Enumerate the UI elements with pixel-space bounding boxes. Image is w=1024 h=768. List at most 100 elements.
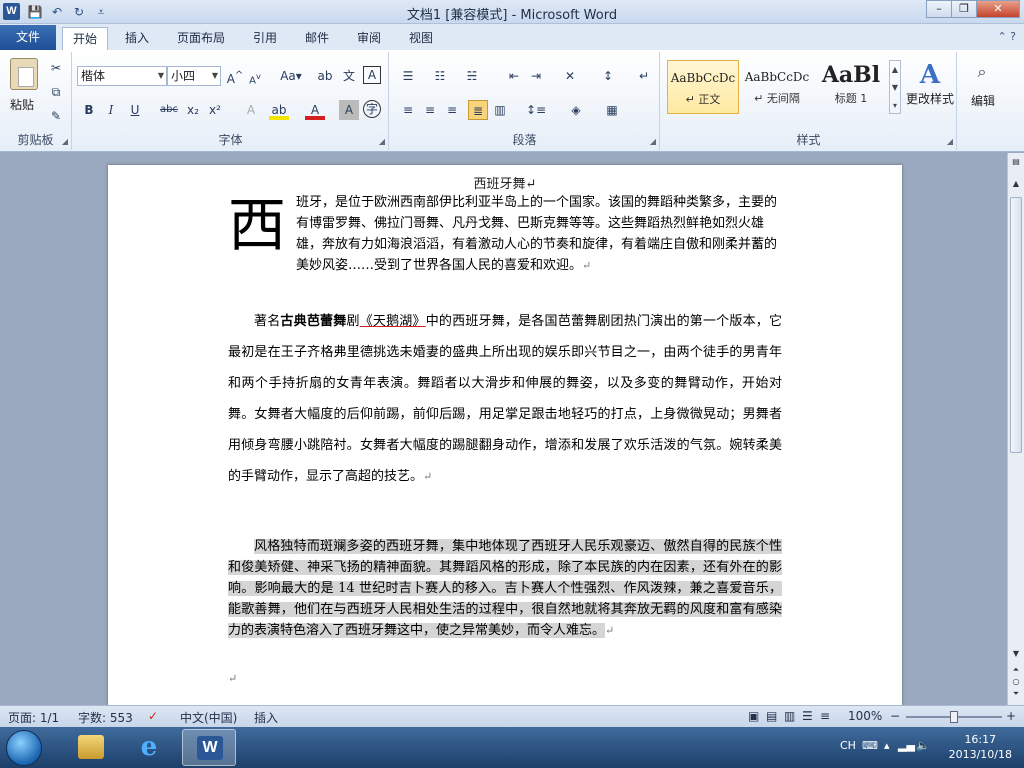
character-border-icon[interactable]: A: [363, 66, 381, 84]
justify-icon[interactable]: ≣: [468, 100, 488, 120]
numbering-icon[interactable]: ☷: [430, 66, 450, 86]
close-button[interactable]: ✕: [976, 0, 1020, 18]
change-styles-icon: A: [919, 60, 941, 90]
line-spacing-icon[interactable]: ↕≡: [526, 100, 546, 120]
strikethrough-icon[interactable]: abc: [159, 100, 179, 120]
character-shading-icon[interactable]: A: [339, 100, 359, 120]
web-layout-icon[interactable]: ▥: [784, 709, 795, 723]
tab-home[interactable]: 开始: [62, 27, 108, 50]
tab-view[interactable]: 视图: [398, 27, 444, 50]
tab-insert[interactable]: 插入: [114, 27, 160, 50]
font-name-combo[interactable]: 楷体 ▼: [77, 66, 167, 86]
font-color-icon[interactable]: A: [305, 100, 325, 120]
ruler-toggle-icon[interactable]: ▤: [1010, 157, 1022, 169]
word-count[interactable]: 字数: 553: [78, 709, 133, 726]
subscript-icon[interactable]: x₂: [183, 100, 203, 120]
increase-indent-icon[interactable]: ⇥: [526, 66, 546, 86]
borders-icon[interactable]: ▦: [602, 100, 622, 120]
clipboard-launcher-icon[interactable]: ◢: [62, 137, 68, 146]
show-marks-icon[interactable]: ↵: [634, 66, 654, 86]
enclose-characters-icon[interactable]: 字: [363, 100, 381, 118]
align-right-icon[interactable]: ≡: [442, 100, 462, 120]
vertical-scrollbar[interactable]: ▤ ▲ ▼ ⏶ ○ ⏷: [1007, 153, 1024, 705]
print-layout-icon[interactable]: ▣: [748, 709, 759, 723]
paste-button[interactable]: 粘贴: [10, 96, 34, 113]
taskbar-explorer[interactable]: [64, 729, 118, 766]
volume-icon[interactable]: 🔈: [916, 739, 930, 752]
scroll-up-icon[interactable]: ▲: [1010, 179, 1022, 191]
previous-page-icon[interactable]: ⏶: [1010, 665, 1022, 677]
proofing-icon[interactable]: ✓: [148, 709, 158, 723]
scroll-down-icon[interactable]: ▼: [1010, 649, 1022, 661]
tab-references[interactable]: 引用: [242, 27, 288, 50]
tab-review[interactable]: 审阅: [346, 27, 392, 50]
maximize-button[interactable]: ❐: [951, 0, 977, 18]
multilevel-list-icon[interactable]: ☵: [462, 66, 482, 86]
insert-mode[interactable]: 插入: [254, 709, 278, 726]
format-painter-icon[interactable]: ✎: [46, 106, 66, 126]
clear-formatting-icon[interactable]: ab: [315, 66, 335, 86]
decrease-indent-icon[interactable]: ⇤: [504, 66, 524, 86]
browse-object-icon[interactable]: ○: [1010, 677, 1022, 689]
start-button[interactable]: [6, 730, 42, 766]
phonetic-guide-icon[interactable]: 文: [339, 66, 359, 86]
paragraph-launcher-icon[interactable]: ◢: [650, 137, 656, 146]
ime-indicator[interactable]: CH: [840, 739, 856, 752]
styles-scroll[interactable]: ▲ ▼ ▾: [889, 60, 901, 114]
style-heading-1[interactable]: AaBl 标题 1: [815, 60, 887, 114]
paste-icon[interactable]: [10, 58, 38, 90]
clock-time: 16:17: [964, 733, 997, 746]
minimize-button[interactable]: –: [926, 0, 952, 18]
editing-group[interactable]: ⌕ 编辑: [958, 52, 1008, 150]
help-icon[interactable]: ⌃ ?: [997, 30, 1016, 43]
style-name: 标题 1: [834, 92, 868, 105]
highlight-icon[interactable]: ab: [269, 100, 289, 120]
font-launcher-icon[interactable]: ◢: [379, 137, 385, 146]
copy-icon[interactable]: ⧉: [46, 82, 66, 102]
cut-icon[interactable]: ✂: [46, 58, 66, 78]
taskbar-ie[interactable]: e: [122, 729, 176, 766]
asian-layout-icon[interactable]: ✕: [560, 66, 580, 86]
network-icon[interactable]: ▂▄: [898, 739, 915, 752]
keyboard-icon[interactable]: ⌨: [862, 739, 878, 752]
align-left-icon[interactable]: ≡: [398, 100, 418, 120]
zoom-slider-knob[interactable]: [950, 711, 958, 723]
document-page[interactable]: 西班牙舞↵ 西班牙，是位于欧洲西南部伊比利亚半岛上的一个国家。该国的舞蹈种类繁多…: [108, 165, 902, 705]
zoom-level[interactable]: 100%: [848, 709, 882, 723]
style-normal[interactable]: AaBbCcDc ↵ 正文: [667, 60, 739, 114]
superscript-icon[interactable]: x²: [205, 100, 225, 120]
tab-file[interactable]: 文件: [0, 25, 56, 50]
shading-icon[interactable]: ◈: [566, 100, 586, 120]
tray-arrow-icon[interactable]: ▴: [884, 739, 890, 752]
tab-mailings[interactable]: 邮件: [294, 27, 340, 50]
distributed-icon[interactable]: ▥: [490, 100, 510, 120]
shrink-font-icon[interactable]: Av: [245, 66, 265, 86]
align-center-icon[interactable]: ≡: [420, 100, 440, 120]
bold-icon[interactable]: B: [79, 100, 99, 120]
underline-icon[interactable]: U: [125, 100, 145, 120]
grow-font-icon[interactable]: A^: [225, 66, 245, 86]
tab-page-layout[interactable]: 页面布局: [166, 27, 236, 50]
change-case-icon[interactable]: Aa▾: [277, 66, 305, 86]
font-group: 楷体 ▼ 小四 ▼ A^ Av Aa▾ ab 文 A B I U abc x₂ x²…: [73, 52, 389, 150]
style-no-spacing[interactable]: AaBbCcDc ↵ 无间隔: [741, 60, 813, 114]
sort-icon[interactable]: ↕: [598, 66, 618, 86]
italic-icon[interactable]: I: [101, 100, 121, 120]
change-styles-button[interactable]: A 更改样式: [905, 60, 955, 107]
scroll-thumb[interactable]: [1010, 197, 1022, 453]
page-count[interactable]: 页面: 1/1: [8, 709, 59, 726]
editing-label: 编辑: [970, 94, 995, 108]
zoom-out-button[interactable]: −: [890, 709, 900, 723]
outline-icon[interactable]: ☰: [802, 709, 813, 723]
taskbar-word[interactable]: W: [182, 729, 236, 766]
zoom-in-button[interactable]: +: [1006, 709, 1016, 723]
font-size-combo[interactable]: 小四 ▼: [167, 66, 221, 86]
language-indicator[interactable]: 中文(中国): [180, 709, 237, 726]
text-effects-icon[interactable]: A: [241, 100, 261, 120]
next-page-icon[interactable]: ⏷: [1010, 689, 1022, 701]
bullets-icon[interactable]: ☰: [398, 66, 418, 86]
styles-launcher-icon[interactable]: ◢: [947, 137, 953, 146]
system-clock[interactable]: 16:17 2013/10/18: [949, 732, 1012, 762]
full-screen-reading-icon[interactable]: ▤: [766, 709, 777, 723]
draft-icon[interactable]: ≡: [820, 709, 830, 723]
